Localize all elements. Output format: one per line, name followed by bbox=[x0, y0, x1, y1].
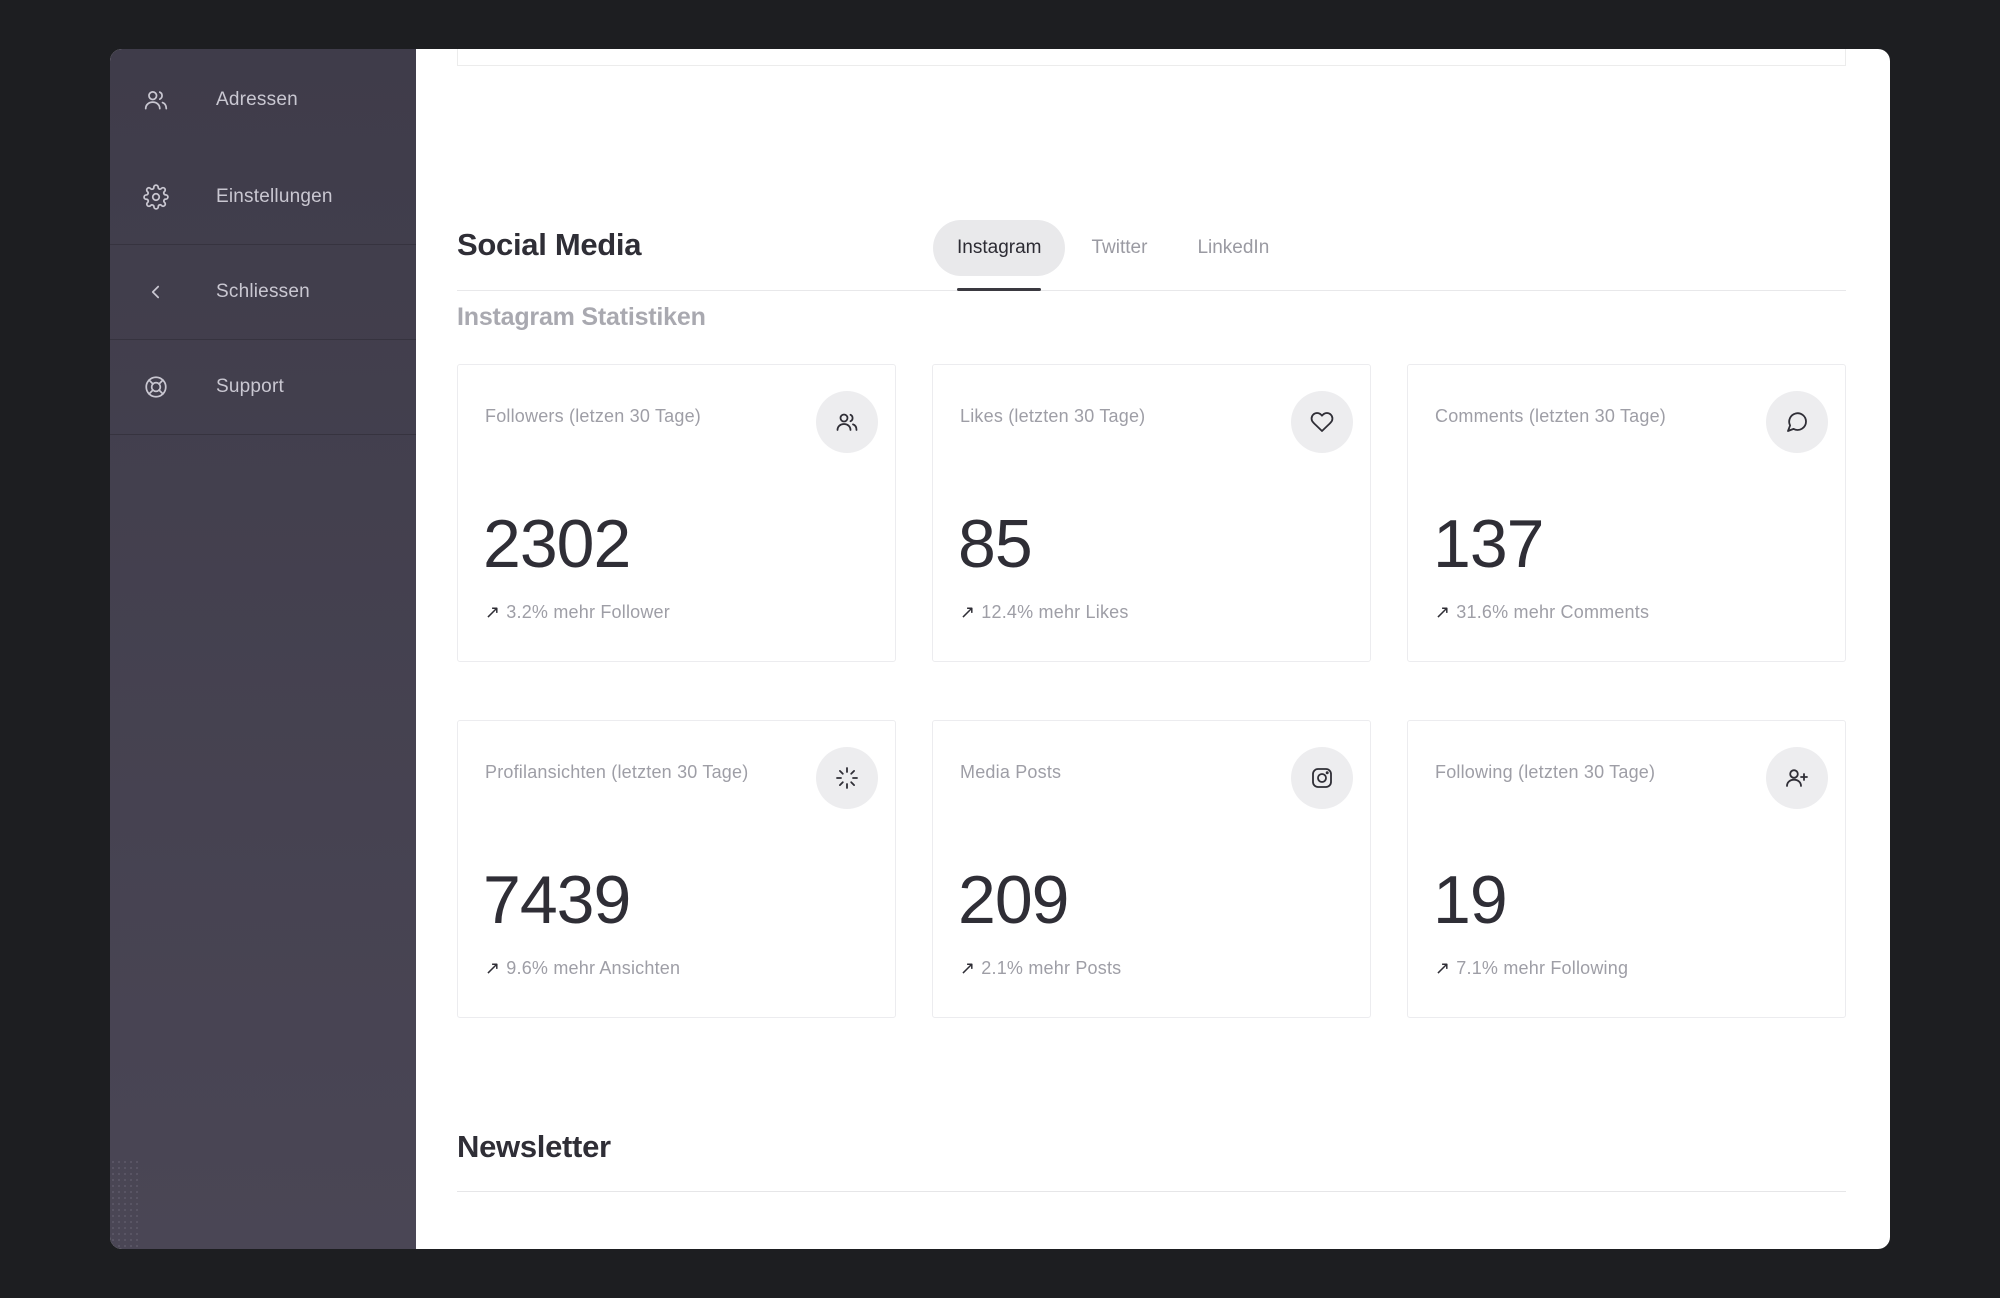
newsletter-header: Newsletter bbox=[457, 1129, 1846, 1192]
sidebar-item-adressen[interactable]: Adressen bbox=[110, 49, 416, 150]
stat-label: Media Posts bbox=[960, 762, 1062, 782]
stat-delta-text: 31.6% mehr Comments bbox=[1456, 602, 1650, 622]
stat-delta: ↗ 9.6% mehr Ansichten bbox=[485, 958, 680, 979]
arrow-up-right-icon: ↗ bbox=[485, 958, 501, 978]
stats-grid: Followers (letzen 30 Tage) 2302 ↗ 3.2% me… bbox=[457, 364, 1846, 1018]
section-title: Social Media bbox=[457, 227, 642, 262]
stat-label: Following (letzten 30 Tage) bbox=[1435, 762, 1656, 782]
sidebar-item-label: Einstellungen bbox=[216, 186, 333, 207]
stat-card-media-posts: Media Posts 209 ↗ 2.1% mehr Posts bbox=[932, 720, 1371, 1018]
sidebar-item-label: Support bbox=[216, 376, 284, 397]
instagram-icon bbox=[1291, 747, 1353, 809]
previous-section-edge bbox=[457, 49, 1846, 66]
sidebar-item-support[interactable]: Support bbox=[110, 340, 416, 435]
sidebar-item-label: Schliessen bbox=[216, 281, 310, 302]
arrow-up-right-icon: ↗ bbox=[485, 602, 501, 622]
chevron-left-icon bbox=[142, 278, 170, 306]
stat-card-likes: Likes (letzten 30 Tage) 85 ↗ 12.4% mehr L… bbox=[932, 364, 1371, 662]
section-subtitle: Instagram Statistiken bbox=[457, 303, 706, 331]
stat-delta: ↗ 12.4% mehr Likes bbox=[960, 602, 1129, 623]
tab-instagram[interactable]: Instagram bbox=[933, 220, 1066, 291]
stat-card-following: Following (letzten 30 Tage) 19 ↗ 7.1% meh… bbox=[1407, 720, 1846, 1018]
section-title: Newsletter bbox=[457, 1129, 611, 1164]
stat-value: 2302 bbox=[483, 506, 631, 582]
decorative-dots bbox=[110, 1159, 140, 1249]
arrow-up-right-icon: ↗ bbox=[1435, 958, 1451, 978]
stat-label: Comments (letzten 30 Tage) bbox=[1435, 406, 1666, 426]
arrow-up-right-icon: ↗ bbox=[960, 602, 976, 622]
social-media-header: Social Media Instagram Twitter LinkedIn bbox=[457, 169, 1846, 291]
stat-value: 7439 bbox=[483, 862, 631, 938]
lifebuoy-icon bbox=[142, 373, 170, 401]
sidebar-item-label: Adressen bbox=[216, 88, 298, 110]
stat-delta: ↗ 3.2% mehr Follower bbox=[485, 602, 670, 623]
tab-linkedin[interactable]: LinkedIn bbox=[1173, 220, 1293, 276]
stat-value: 137 bbox=[1433, 506, 1544, 582]
stat-card-profile-views: Profilansichten (letzten 30 Tage) 7439 ↗… bbox=[457, 720, 896, 1018]
loader-icon bbox=[816, 747, 878, 809]
stat-delta-text: 3.2% mehr Follower bbox=[506, 602, 670, 622]
users-icon bbox=[142, 86, 170, 114]
stat-label: Followers (letzen 30 Tage) bbox=[485, 406, 701, 426]
stat-card-comments: Comments (letzten 30 Tage) 137 ↗ 31.6% me… bbox=[1407, 364, 1846, 662]
stat-delta: ↗ 2.1% mehr Posts bbox=[960, 958, 1121, 979]
stat-delta: ↗ 7.1% mehr Following bbox=[1435, 958, 1628, 979]
app-window: Adressen Einstellungen Schliessen Suppor… bbox=[110, 49, 1890, 1249]
stat-label: Likes (letzten 30 Tage) bbox=[960, 406, 1146, 426]
stat-delta-text: 12.4% mehr Likes bbox=[981, 602, 1129, 622]
stat-delta: ↗ 31.6% mehr Comments bbox=[1435, 602, 1649, 623]
tab-twitter[interactable]: Twitter bbox=[1067, 220, 1171, 276]
sidebar-item-einstellungen[interactable]: Einstellungen bbox=[110, 150, 416, 245]
comment-icon bbox=[1766, 391, 1828, 453]
stat-delta-text: 7.1% mehr Following bbox=[1456, 958, 1629, 978]
users-icon bbox=[816, 391, 878, 453]
stat-value: 209 bbox=[958, 862, 1069, 938]
heart-icon bbox=[1291, 391, 1353, 453]
stat-delta-text: 9.6% mehr Ansichten bbox=[506, 958, 681, 978]
user-plus-icon bbox=[1766, 747, 1828, 809]
stat-label: Profilansichten (letzten 30 Tage) bbox=[485, 762, 749, 782]
stat-value: 85 bbox=[958, 506, 1033, 582]
stat-value: 19 bbox=[1433, 862, 1508, 938]
tab-bar: Instagram Twitter LinkedIn bbox=[933, 220, 1295, 291]
arrow-up-right-icon: ↗ bbox=[960, 958, 976, 978]
stat-card-followers: Followers (letzen 30 Tage) 2302 ↗ 3.2% me… bbox=[457, 364, 896, 662]
sidebar-item-schliessen[interactable]: Schliessen bbox=[110, 245, 416, 340]
main-content: Social Media Instagram Twitter LinkedIn … bbox=[416, 49, 1890, 1249]
arrow-up-right-icon: ↗ bbox=[1435, 602, 1451, 622]
sidebar: Adressen Einstellungen Schliessen Suppor… bbox=[110, 49, 416, 1249]
gear-icon bbox=[142, 183, 170, 211]
stat-delta-text: 2.1% mehr Posts bbox=[981, 958, 1122, 978]
